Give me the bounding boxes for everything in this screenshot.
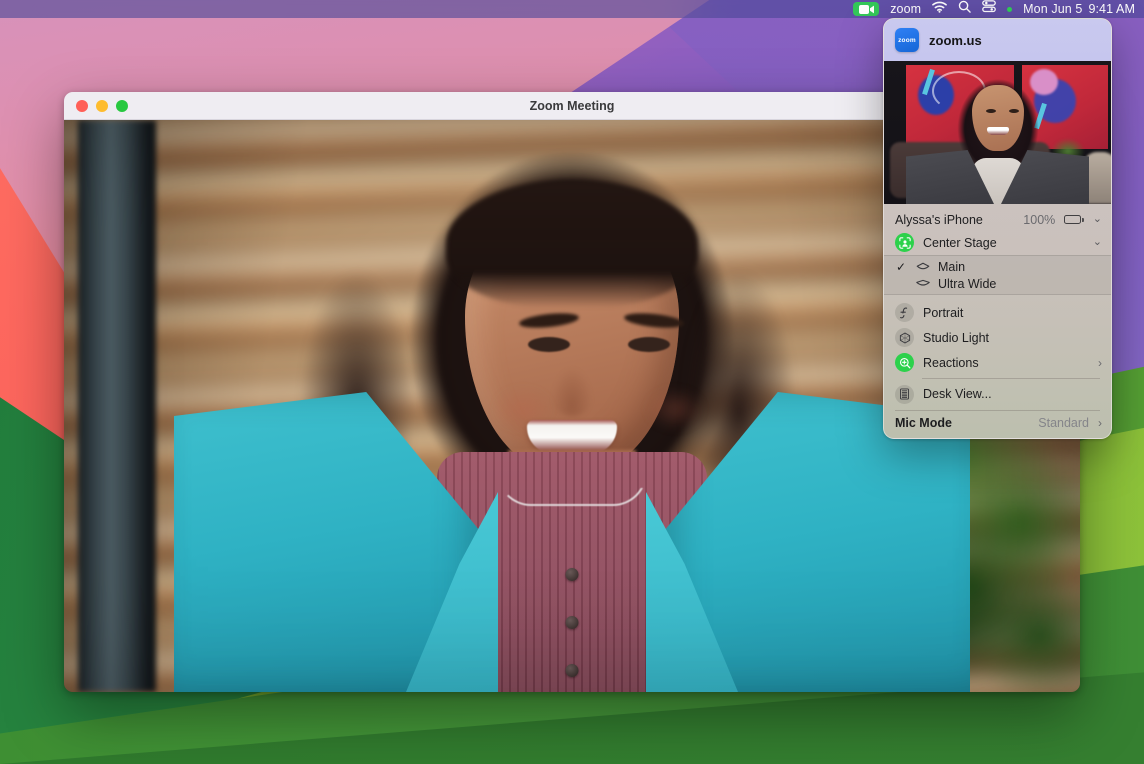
menubar-time: 9:41 AM	[1088, 2, 1135, 16]
device-battery-percent: 100%	[1023, 213, 1055, 227]
mic-mode-value: Standard	[1038, 416, 1089, 430]
zoom-app-icon: zoom	[895, 28, 919, 52]
portrait-row[interactable]: Portrait	[884, 300, 1111, 325]
shirt-button	[566, 568, 579, 581]
desk-view-icon	[895, 385, 914, 404]
menubar-clock[interactable]: Mon Jun 5 9:41 AM	[1023, 2, 1135, 16]
lens-option-main[interactable]: ✓ Main	[884, 258, 1111, 275]
menu-bar: zoom	[0, 0, 1144, 18]
preview-person-face	[972, 85, 1024, 151]
menu-divider	[895, 410, 1100, 411]
menubar-camera-indicator[interactable]	[853, 2, 879, 16]
participant-necklace	[497, 472, 647, 506]
participant-cheek-right	[646, 388, 704, 430]
participant-fringe	[446, 180, 698, 308]
reactions-icon	[895, 353, 914, 372]
menubar-wifi[interactable]	[932, 0, 947, 18]
portrait-label: Portrait	[923, 306, 1102, 320]
preview-person-eye-right	[1009, 109, 1019, 113]
preview-person-smile	[987, 127, 1009, 135]
battery-full-icon	[1064, 215, 1084, 224]
center-stage-row[interactable]: Center Stage ⌄	[884, 230, 1111, 255]
chevron-down-icon[interactable]: ⌄	[1093, 237, 1102, 248]
search-icon	[958, 0, 971, 18]
control-center-icon	[982, 0, 996, 18]
video-menu-app-header[interactable]: zoom zoom.us	[884, 19, 1111, 61]
zoom-app-icon-label: zoom	[898, 37, 916, 44]
participant-eye-left	[528, 337, 570, 352]
lens-option-ultra-wide[interactable]: Ultra Wide	[884, 275, 1111, 292]
lens-option-label: Main	[938, 260, 965, 274]
studio-light-row[interactable]: Studio Light	[884, 325, 1111, 350]
center-stage-icon	[895, 233, 914, 252]
video-control-menu[interactable]: zoom zoom.us	[883, 18, 1112, 439]
lens-option-label: Ultra Wide	[938, 277, 996, 291]
chevron-right-icon[interactable]: ›	[1098, 357, 1102, 369]
preview-artwork-shape	[1030, 69, 1058, 95]
menubar-app-name[interactable]: zoom	[890, 3, 921, 16]
device-row[interactable]: Alyssa's iPhone 100% ⌄	[884, 204, 1111, 230]
chevron-down-icon[interactable]: ⌄	[1093, 214, 1102, 225]
reactions-row[interactable]: Reactions ›	[884, 350, 1111, 375]
checkmark-icon: ✓	[896, 261, 907, 273]
wifi-icon	[932, 0, 947, 18]
menubar-app-label: zoom	[890, 3, 921, 16]
mic-mode-label: Mic Mode	[895, 416, 1029, 430]
desk-view-label: Desk View...	[923, 387, 1102, 401]
lens-submenu: ✓ Main Ultra Wide	[884, 255, 1111, 295]
participant-nose	[552, 368, 592, 416]
ultra-wide-lens-icon	[915, 279, 930, 288]
menubar-recording-dot	[1007, 7, 1012, 12]
studio-light-icon	[895, 328, 914, 347]
chevron-right-icon[interactable]: ›	[1098, 417, 1102, 429]
zoom-button[interactable]	[116, 100, 128, 112]
minimize-button[interactable]	[96, 100, 108, 112]
video-menu-title: zoom.us	[929, 33, 982, 48]
lens-icon	[915, 262, 930, 272]
studio-light-label: Studio Light	[923, 331, 1102, 345]
traffic-lights	[64, 100, 128, 112]
camera-preview[interactable]	[884, 61, 1111, 204]
desk-view-row[interactable]: Desk View...	[884, 382, 1111, 407]
center-stage-label: Center Stage	[923, 236, 1084, 250]
close-button[interactable]	[76, 100, 88, 112]
menubar-date: Mon Jun 5	[1023, 2, 1082, 16]
reactions-label: Reactions	[923, 356, 1089, 370]
device-name: Alyssa's iPhone	[895, 213, 1014, 227]
menubar-control-center[interactable]	[982, 0, 996, 18]
menu-divider	[922, 378, 1100, 379]
desktop: zoom	[0, 0, 1144, 764]
video-camera-icon	[853, 2, 879, 16]
preview-person-eye-left	[986, 109, 996, 113]
portrait-icon	[895, 303, 914, 322]
participant-eye-right	[628, 337, 670, 352]
shirt-button	[566, 616, 579, 629]
shirt-button	[566, 664, 579, 677]
green-dot-indicator	[1007, 7, 1012, 12]
participant-smile	[527, 420, 617, 454]
mic-mode-row[interactable]: Mic Mode Standard ›	[884, 413, 1111, 438]
menubar-spotlight[interactable]	[958, 0, 971, 18]
